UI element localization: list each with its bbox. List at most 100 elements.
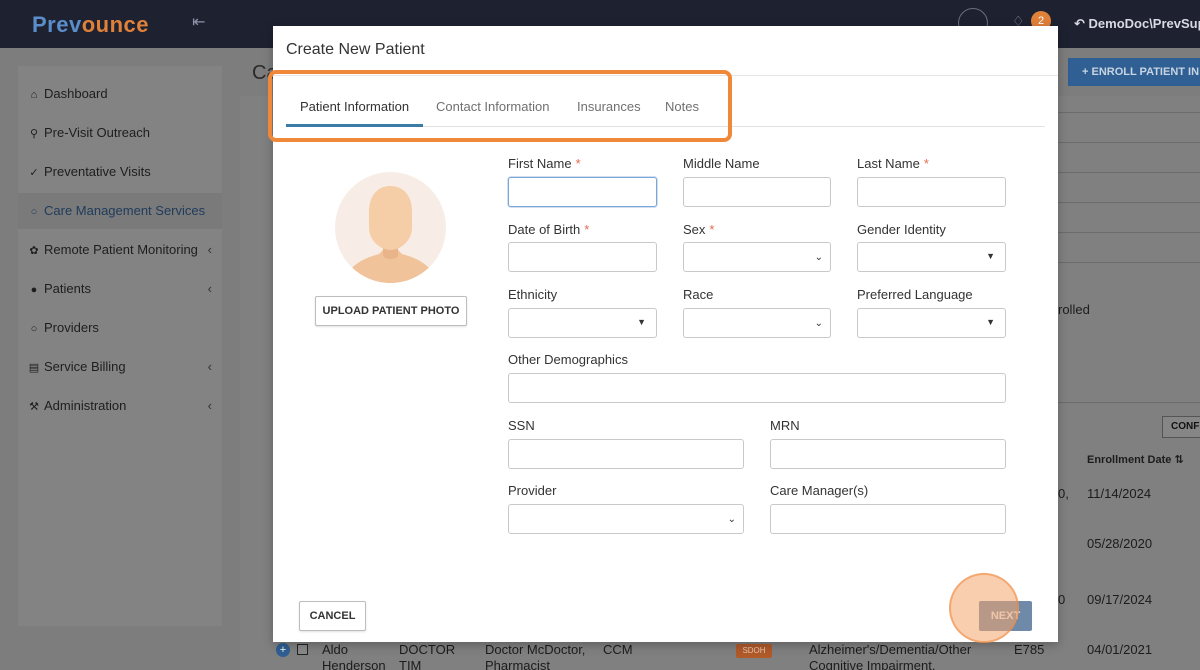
condition-cell: Alzheimer's/Dementia/Other: [809, 642, 972, 657]
middle-name-label: Middle Name: [683, 156, 760, 171]
last-name-input[interactable]: [857, 177, 1006, 207]
divider: [1058, 142, 1200, 143]
sidebar-item-care-management[interactable]: ○ Care Management Services: [18, 193, 222, 229]
expand-row-icon[interactable]: +: [276, 643, 290, 657]
provider-label: Provider: [508, 483, 557, 498]
chevron-down-icon: ⌄: [814, 252, 823, 263]
sidebar-item-pre-visit-outreach[interactable]: ⚲ Pre-Visit Outreach: [26, 115, 218, 151]
chevron-down-icon: ⌄: [814, 318, 823, 329]
table-cell-date: 11/14/2024: [1087, 486, 1152, 501]
first-name-input[interactable]: [508, 177, 657, 207]
sidebar-item-preventative-visits[interactable]: ✓ Preventative Visits: [26, 154, 218, 190]
sdoh-badge: SDOH: [736, 644, 772, 658]
other-demographics-label: Other Demographics: [508, 352, 628, 367]
chevron-left-icon: ‹: [207, 281, 212, 296]
caret-down-icon: ▼: [637, 317, 646, 327]
code-cell: E785: [1014, 642, 1045, 657]
sex-label: Sex *: [683, 222, 715, 237]
care-team-cell: Doctor McDoctor,: [485, 642, 586, 657]
users-icon: ●: [30, 284, 38, 296]
patient-name[interactable]: Henderson: [322, 658, 386, 670]
preferred-language-label: Preferred Language: [857, 287, 973, 302]
tab-insurances[interactable]: Insurances: [577, 99, 641, 127]
ethnicity-select[interactable]: ▼: [508, 308, 657, 338]
first-name-label: First Name *: [508, 156, 581, 171]
dob-input[interactable]: [508, 242, 657, 272]
chevron-left-icon: ‹: [207, 359, 212, 374]
sex-select[interactable]: ⌄: [683, 242, 831, 272]
check-circle-icon: ✓: [29, 167, 39, 179]
race-select[interactable]: ⌄: [683, 308, 831, 338]
enrolled-text: rolled: [1058, 302, 1090, 317]
ssn-label: SSN: [508, 418, 535, 433]
divider: [1058, 232, 1200, 233]
upload-photo-button[interactable]: UPLOAD PATIENT PHOTO: [315, 296, 467, 326]
cancel-button[interactable]: CANCEL: [299, 601, 366, 631]
provider-select[interactable]: ⌄: [508, 504, 744, 534]
table-cell-date: 05/28/2020: [1087, 536, 1153, 551]
divider: [1058, 172, 1200, 173]
divider: [273, 75, 1058, 76]
last-name-label: Last Name *: [857, 156, 929, 171]
caret-down-icon: ▼: [986, 317, 995, 327]
signal-icon: ✿: [29, 245, 39, 257]
patient-avatar: [335, 172, 446, 283]
table-cell: 0: [1058, 592, 1066, 607]
sidebar-item-remote-monitoring[interactable]: ✿ Remote Patient Monitoring ‹: [26, 232, 218, 268]
divider: [1058, 402, 1200, 403]
sidebar-item-service-billing[interactable]: ▤ Service Billing ‹: [26, 349, 218, 385]
care-managers-input[interactable]: [770, 504, 1006, 534]
table-cell: 0,: [1058, 486, 1069, 501]
gender-identity-label: Gender Identity: [857, 222, 946, 237]
other-demographics-input[interactable]: [508, 373, 1006, 403]
caret-down-icon: ▼: [986, 251, 995, 261]
ssn-input[interactable]: [508, 439, 744, 469]
program-cell: CCM: [603, 642, 633, 657]
tab-notes[interactable]: Notes: [665, 99, 699, 127]
mrn-input[interactable]: [770, 439, 1006, 469]
user-icon: ○: [30, 323, 38, 335]
chevron-left-icon: ‹: [207, 398, 212, 413]
home-icon: ⌂: [30, 89, 38, 101]
prevounce-logo[interactable]: Prevounce: [32, 12, 149, 38]
avatar-silhouette-icon: [343, 186, 438, 283]
user-menu[interactable]: ↶ DemoDoc\PrevSup: [1074, 16, 1200, 32]
provider-cell: DOCTOR: [399, 642, 456, 657]
chat-icon: ○: [30, 206, 38, 218]
condition-cell: Cognitive Impairment,: [809, 658, 936, 670]
wrench-icon: ⚒: [29, 401, 39, 413]
care-team-cell: Pharmacist: [485, 658, 551, 670]
ethnicity-label: Ethnicity: [508, 287, 558, 302]
chevron-down-icon: ⌄: [727, 514, 736, 525]
modal-title: Create New Patient: [286, 41, 425, 58]
divider: [1058, 112, 1200, 113]
divider: [1058, 262, 1200, 263]
row-checkbox[interactable]: [297, 644, 308, 655]
enrollment-date-header[interactable]: Enrollment Date ⇅: [1087, 453, 1184, 466]
search-people-icon: ⚲: [29, 128, 39, 140]
care-managers-label: Care Manager(s): [770, 483, 869, 498]
document-icon: ▤: [28, 362, 40, 374]
provider-cell: TIM: [399, 658, 422, 670]
sidebar-item-providers[interactable]: ○ Providers: [26, 310, 218, 346]
divider: [1058, 202, 1200, 203]
race-label: Race: [683, 287, 714, 302]
patient-name[interactable]: Aldo: [322, 642, 348, 657]
sidebar-item-administration[interactable]: ⚒ Administration ‹: [26, 388, 218, 424]
sidebar-item-dashboard[interactable]: ⌂ Dashboard: [26, 76, 218, 112]
menu-toggle-icon[interactable]: ⇤: [192, 12, 205, 32]
configure-button[interactable]: CONFI: [1162, 416, 1200, 438]
dob-label: Date of Birth *: [508, 222, 590, 237]
enroll-patient-button[interactable]: + ENROLL PATIENT IN C: [1068, 58, 1200, 86]
middle-name-input[interactable]: [683, 177, 831, 207]
gender-identity-select[interactable]: ▼: [857, 242, 1006, 272]
sidebar-item-patients[interactable]: ● Patients ‹: [26, 271, 218, 307]
chevron-left-icon: ‹: [207, 242, 212, 257]
table-cell-date: 04/01/2021: [1087, 642, 1153, 657]
tab-patient-information[interactable]: Patient Information: [286, 99, 423, 127]
table-cell-date: 09/17/2024: [1087, 592, 1153, 607]
sidebar: ⌂ Dashboard ⚲ Pre-Visit Outreach ✓ Preventa…: [18, 66, 222, 626]
preferred-language-select[interactable]: ▼: [857, 308, 1006, 338]
next-button[interactable]: NEXT: [979, 601, 1032, 631]
tab-contact-information[interactable]: Contact Information: [436, 99, 549, 127]
